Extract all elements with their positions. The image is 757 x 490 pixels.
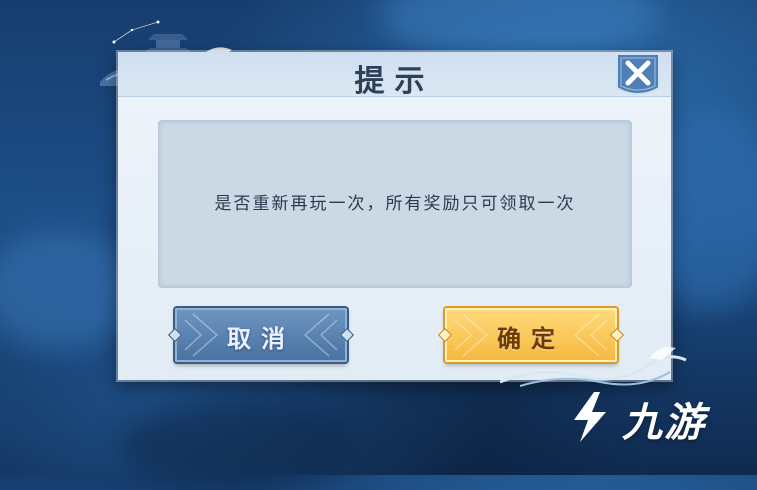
wave-ornament: [500, 347, 687, 387]
close-x-icon: [616, 53, 660, 96]
background-glow: [120, 400, 360, 490]
message-panel: 是否重新再玩一次，所有奖励只可领取一次: [158, 120, 632, 288]
watermark-text: 九游: [622, 400, 706, 446]
close-button[interactable]: [609, 46, 667, 100]
dialog-title: 提示: [354, 64, 435, 99]
jiuyou-logo-icon: [574, 392, 606, 442]
cancel-button-label: 取消: [227, 324, 295, 353]
dialog-message: 是否重新再玩一次，所有奖励只可领取一次: [214, 194, 576, 214]
watermark: 九游: [560, 388, 750, 448]
cancel-button[interactable]: 取消: [167, 308, 355, 362]
